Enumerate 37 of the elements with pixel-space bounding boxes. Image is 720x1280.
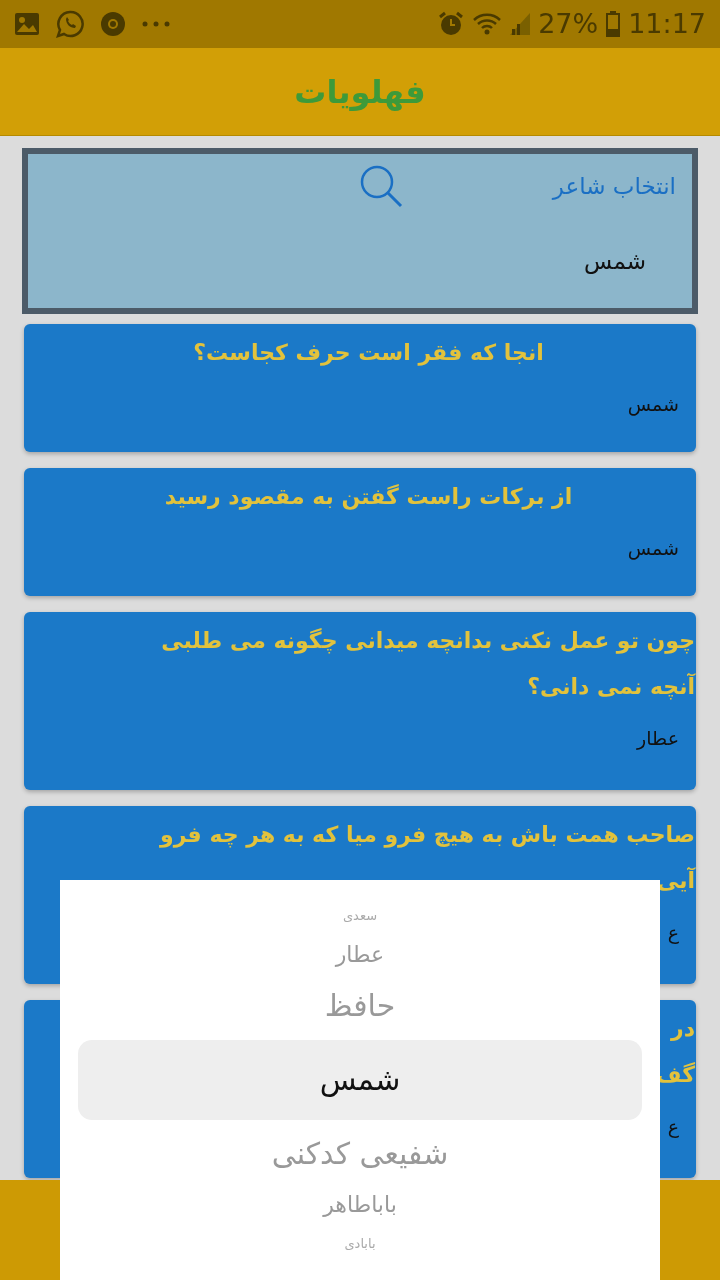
field-label: انتخاب شاعر [552, 171, 676, 202]
picker-option[interactable]: شمس [78, 1040, 642, 1120]
picker-option[interactable]: شفیعی کدکنی [60, 1126, 660, 1182]
signal-icon [510, 13, 531, 35]
picker-option[interactable]: عطار [60, 932, 660, 978]
quote-card[interactable]: از برکات راست گفتن به مقصود رسید شمس [24, 468, 696, 596]
quote-line: آنچه نمی دانی؟ [527, 672, 695, 702]
picker-option[interactable]: حافظ [60, 978, 660, 1034]
selected-poet: شمس [583, 247, 646, 276]
quote-line: صاحب همت باش به هیچ فرو میا که به هر چه فرو [159, 821, 695, 850]
picker-option[interactable]: باباطاهر [60, 1182, 660, 1228]
battery-icon [606, 11, 621, 37]
app-title: فهلویات [294, 71, 426, 113]
quote-card[interactable]: چون تو عمل نکنی بدانچه میدانی چگونه می طلبی آنچه نمی دانی؟ عطار [24, 612, 696, 790]
poet-name: ع [667, 1114, 679, 1140]
quote-line: از برکات راست گفتن به مقصود رسید [164, 483, 573, 512]
picker-option[interactable]: سعدی [60, 900, 660, 932]
picker-option[interactable]: بابادی [60, 1228, 660, 1260]
quote-card[interactable]: انجا که فقر است حرف کجاست؟ شمس [24, 324, 696, 452]
poet-name: ع [667, 920, 679, 946]
quote-line: در [671, 1015, 695, 1043]
poet-name: شمس [627, 536, 679, 562]
clock-time: 11:17 [628, 6, 706, 41]
quote-line: گف [656, 1061, 695, 1089]
alarm-clock-icon [438, 11, 465, 37]
search-panel[interactable]: انتخاب شاعر شمس [22, 148, 698, 314]
quote-line: انجا که فقر است حرف کجاست؟ [193, 339, 544, 368]
more-icon [142, 21, 170, 27]
chat-bubble-icon [56, 10, 84, 38]
poet-name: شمس [627, 392, 679, 418]
quote-line: چون تو عمل نکنی بدانچه میدانی چگونه می طلبی [161, 627, 695, 656]
wifi-icon [472, 12, 503, 36]
quote-line: آیی [656, 866, 695, 895]
browser-icon [100, 11, 126, 37]
gallery-icon [14, 12, 40, 36]
poet-name: عطار [637, 726, 679, 752]
battery-level: 27% [538, 6, 599, 41]
